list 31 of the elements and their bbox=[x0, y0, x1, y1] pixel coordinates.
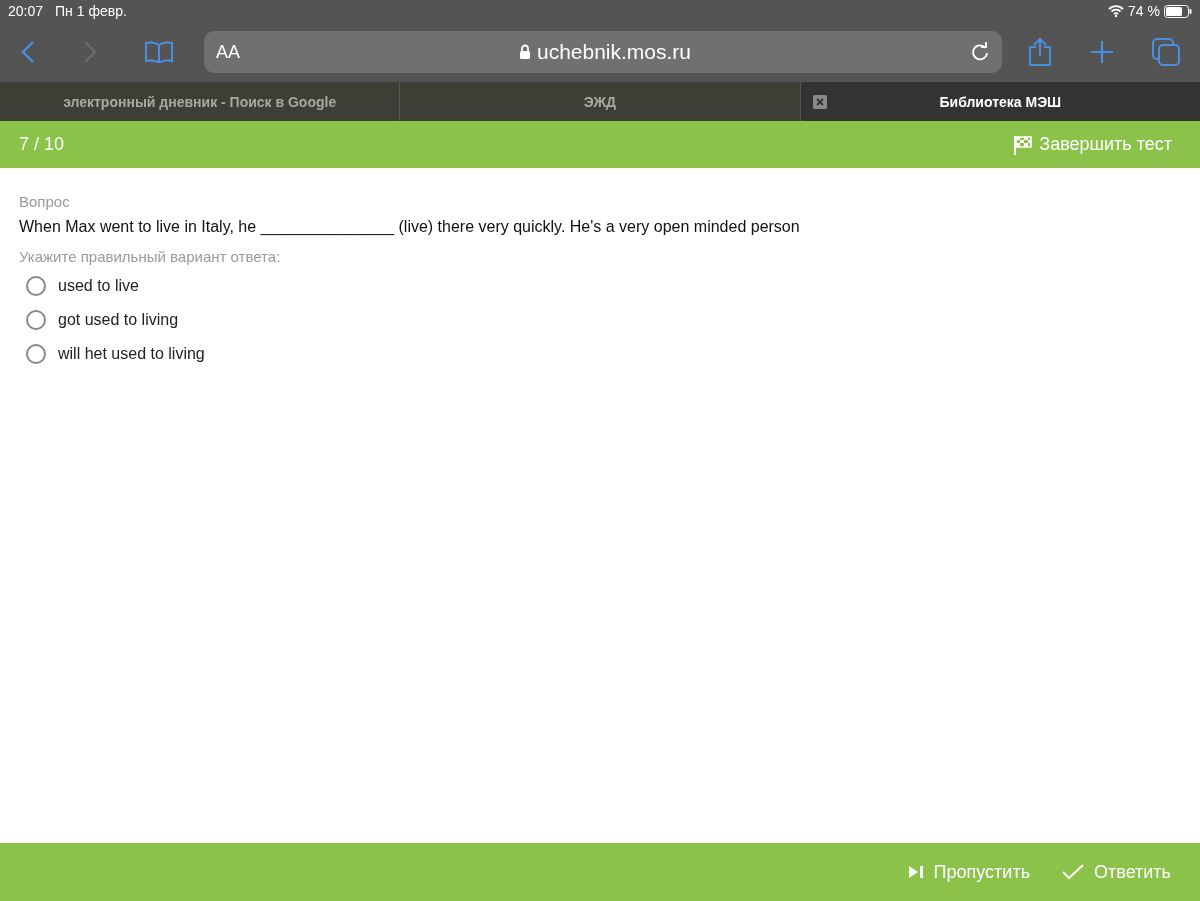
text-size-button[interactable]: AA bbox=[216, 41, 240, 63]
address-bar[interactable]: AA uchebnik.mos.ru bbox=[204, 31, 1002, 73]
battery-percentage: 74 % bbox=[1128, 3, 1160, 19]
option-label[interactable]: will het used to living bbox=[58, 345, 205, 363]
question-label: Вопрос bbox=[19, 193, 71, 210]
close-icon[interactable] bbox=[812, 95, 827, 109]
share-icon[interactable] bbox=[1028, 37, 1052, 67]
reload-icon[interactable] bbox=[970, 41, 990, 63]
option-label[interactable]: used to live bbox=[58, 277, 139, 295]
lock-icon bbox=[518, 44, 531, 60]
browser-tab[interactable]: Библиотека МЭШ bbox=[800, 82, 1200, 121]
instruction-text: Укажите правильный вариант ответа: bbox=[19, 248, 282, 265]
battery-icon bbox=[1164, 4, 1192, 18]
radio-button[interactable] bbox=[26, 344, 46, 364]
tabs-icon[interactable] bbox=[1152, 38, 1180, 66]
url-text: uchebnik.mos.ru bbox=[536, 40, 692, 64]
plus-icon[interactable] bbox=[1090, 40, 1114, 64]
question-text: When Max went to live in Italy, he _______________ (live) there very quickly. He's a very open minded person bbox=[19, 218, 801, 236]
clock-time: 20:07 bbox=[8, 3, 44, 19]
wifi-icon bbox=[1108, 5, 1125, 17]
checkmark-icon bbox=[1062, 864, 1085, 880]
flag-icon bbox=[1013, 134, 1034, 155]
forward-icon[interactable] bbox=[82, 40, 98, 64]
radio-button[interactable] bbox=[26, 276, 46, 296]
back-icon[interactable] bbox=[20, 40, 36, 64]
book-icon[interactable] bbox=[144, 41, 174, 63]
skip-icon bbox=[907, 865, 924, 879]
question-counter: 7 / 10 bbox=[19, 134, 65, 155]
date: Пн 1 февр. bbox=[55, 3, 127, 19]
radio-button[interactable] bbox=[26, 310, 46, 330]
option-label[interactable]: got used to living bbox=[58, 311, 179, 329]
